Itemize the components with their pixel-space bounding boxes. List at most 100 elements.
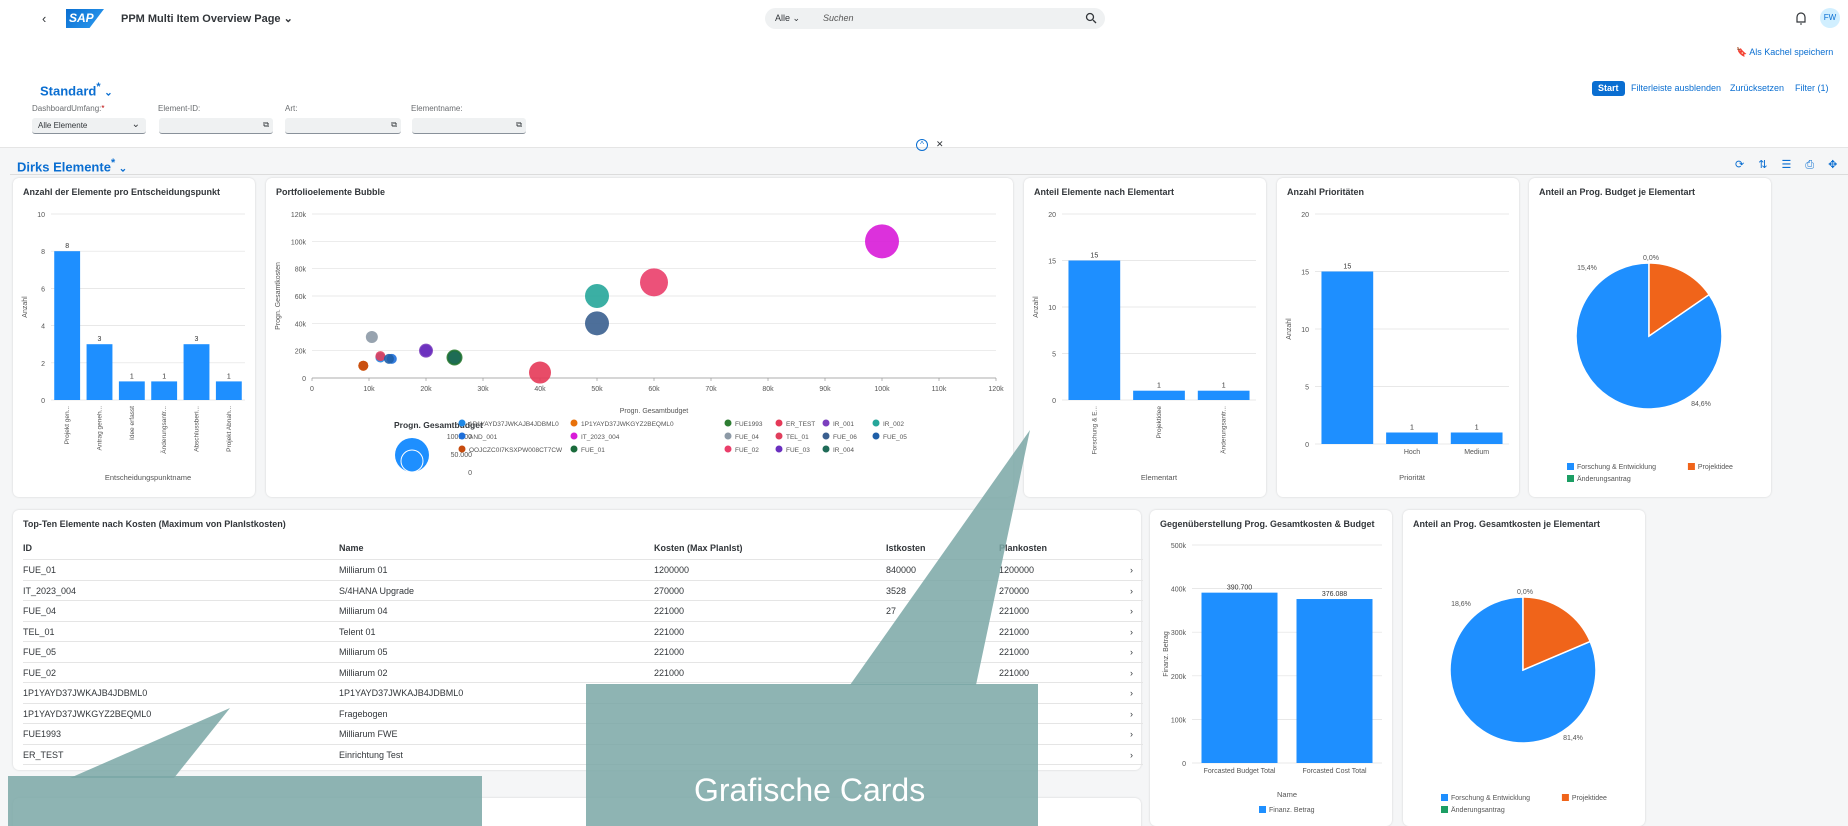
legend-label: 1P1YAYD37JWKAJB4JDBML0 [469,421,559,428]
print-icon[interactable]: ⎙ [1805,159,1828,171]
y-tick-label: 10 [37,212,45,219]
list-settings-icon[interactable]: ☰ [1781,159,1805,171]
chevron-right-icon[interactable]: › [1130,668,1133,678]
legend-swatch [775,432,783,440]
chevron-right-icon[interactable]: › [1130,647,1133,657]
bubble [529,361,551,384]
y-axis-label: Anzahl [1286,318,1293,340]
legend-swatch [1259,806,1266,813]
chevron-right-icon[interactable]: › [1130,688,1133,698]
column-header: Name [339,543,364,553]
type-input[interactable]: ⧉ [285,118,401,134]
section-title[interactable]: Dirks Elemente* ⌄ [17,157,127,174]
data-label: 390.700 [1227,585,1252,592]
bar [183,344,210,400]
legend-label: AND_001 [469,434,498,441]
y-tick-label: 60k [295,294,307,301]
section-toolbar: ⟳⇅☰⎙✥ [1735,158,1848,172]
x-tick-label: Änderungsantr... [160,406,168,454]
legend-swatch [1567,463,1574,470]
chevron-right-icon[interactable]: › [1130,750,1133,760]
x-axis-label: Name [1277,790,1297,799]
chevron-right-icon[interactable]: › [1130,709,1133,719]
chevron-right-icon[interactable]: › [1130,565,1133,575]
table-cell: 270000 [654,585,685,596]
y-tick-label: 100k [291,239,307,246]
legend-label: FUE_05 [883,434,907,441]
bubble [358,360,369,371]
save-tile-button[interactable]: 🔖 Als Kachel speichern [1736,47,1833,58]
start-button[interactable]: Start [1592,81,1625,96]
x-tick-label: 100k [874,386,890,393]
bar-chart-decision-points: 0 2 4 6 8 10 Anzahl 8 Projekt gen... 3 Antrag gene… [22,212,245,482]
filter-bar: 🔖 Als Kachel speichern Standard* ⌄ Dashb… [0,40,1848,151]
hide-filterbar-button[interactable]: Filterleiste ausblenden [1631,83,1721,93]
value-help-icon[interactable]: ⧉ [391,120,397,130]
card-element-types[interactable]: Anteil Elemente nach Elementart 0 5 10 15 20… [1024,178,1266,497]
data-label: 1 [227,373,231,380]
fullscreen-icon[interactable]: ✥ [1828,159,1848,171]
bar-chart-cost-vs-budget: 0 100k 200k 300k 400k 500k Finanz. Betrag 390.7… [1163,543,1382,814]
table-cell: FUE_01 [23,565,57,575]
legend-swatch [1687,463,1695,470]
table-cell: 221000 [999,606,1030,616]
filter-button[interactable]: Filter (1) [1795,83,1829,93]
table-cell: FUE_05 [23,647,57,657]
legend-swatch [872,432,880,440]
legend-label: TEL_01 [786,434,809,441]
chevron-right-icon[interactable]: › [1130,606,1133,616]
table-cell: 1P1YAYD37JWKGYZ2BEQML0 [23,708,152,719]
legend-swatch [1561,794,1569,801]
table-cell: 1P1YAYD37JWKAJB4JDBML0 [339,688,464,698]
card-bubble[interactable]: Portfolioelemente Bubble 0 20k 40k 60k 80k 10… [266,178,1013,497]
element-id-input[interactable]: ⧉ [159,118,273,134]
y-tick-label: 10 [1301,327,1309,334]
value-help-icon[interactable]: ⧉ [516,120,522,130]
element-name-input[interactable]: ⧉ [412,118,526,134]
x-axis-label: Elementart [1141,473,1178,482]
variant-selector[interactable]: Standard* ⌄ [40,81,113,98]
x-tick-label: 90k [819,386,831,393]
card-title: Top-Ten Elemente nach Kosten (Maximum vo… [23,519,286,529]
x-tick-label: Änderungsantr... [1220,406,1228,454]
legend-label: FUE_03 [786,447,810,454]
scope-select[interactable]: Alle Elemente ⌄ [32,118,146,134]
table-cell: 27 [886,606,897,616]
card-priorities[interactable]: Anzahl Prioritäten 0 5 10 15 20 Anzahl 15 1 Hoch… [1277,178,1519,497]
data-label: 1 [1222,383,1226,390]
y-tick-label: 6 [41,286,45,293]
table-cell: Einrichtung Test [339,749,403,760]
y-axis-label: Anzahl [1033,296,1040,318]
bar [1450,432,1503,444]
avatar[interactable]: FW [1820,8,1840,28]
bubble [448,351,461,364]
sort-icon[interactable]: ⇅ [1758,159,1781,171]
chevron-right-icon[interactable]: › [1130,729,1133,739]
x-axis-label: Priorität [1399,473,1426,482]
legend-label: Projektidee [1572,795,1607,802]
value-help-icon[interactable]: ⧉ [263,120,269,130]
collapse-header-icon[interactable]: ^ [916,139,928,151]
y-tick-label: 4 [41,324,45,331]
filter-label-type: Art: [285,104,298,113]
card-cost-share[interactable]: Anteil an Prog. Gesamtkosten je Elementa… [1403,510,1645,826]
x-axis-label: Progn. Gesamtbudget [620,408,689,415]
card-decision-points[interactable]: Anzahl der Elemente pro Entscheidungspun… [13,178,255,497]
chevron-right-icon[interactable]: › [1130,627,1133,637]
refresh-icon[interactable]: ⟳ [1735,159,1758,171]
card-budget-share[interactable]: Anteil an Prog. Budget je Elementart 84,… [1529,178,1771,497]
bar [86,344,113,400]
legend-label: Projektidee [1698,464,1733,471]
legend-swatch [822,419,830,427]
reset-button[interactable]: Zurücksetzen [1730,83,1784,93]
bell-icon[interactable] [0,0,1848,40]
x-tick-label: Forcasted Cost Total [1302,768,1367,775]
pin-header-icon[interactable]: ✕ [936,139,944,150]
legend-label: IT_2023_004 [581,434,620,441]
x-tick-label: Idee erfasst [129,406,136,440]
size-legend-large [395,438,429,472]
card-cost-vs-budget[interactable]: Gegenüberstellung Prog. Gesamtkosten & B… [1150,510,1392,826]
legend-label: FUE_02 [735,447,759,454]
chevron-right-icon[interactable]: › [1130,586,1133,596]
section-divider [10,174,1848,175]
